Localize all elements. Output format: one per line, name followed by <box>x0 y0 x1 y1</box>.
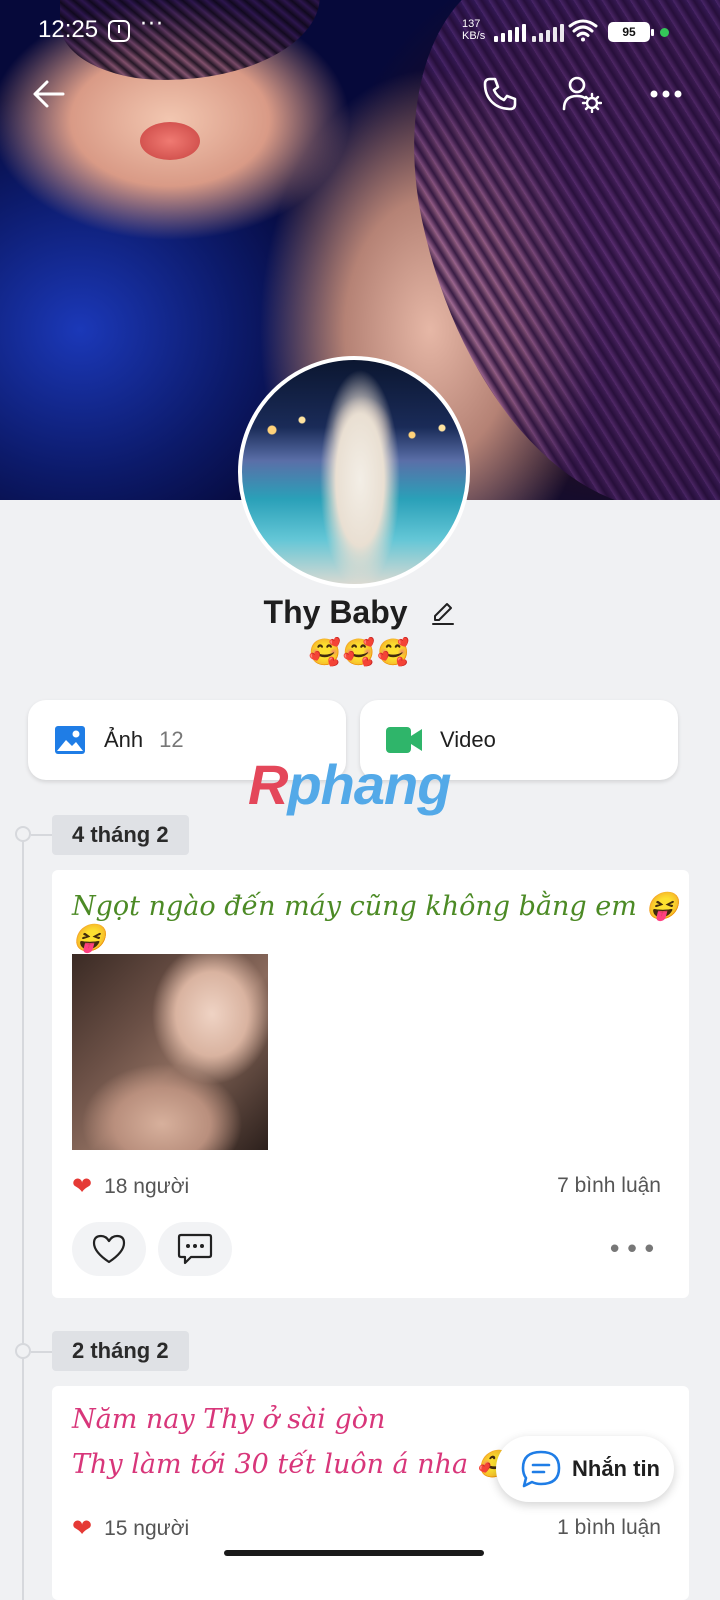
signal-2-icon <box>532 22 564 42</box>
video-camera-icon <box>386 727 422 753</box>
arrow-left-icon <box>33 80 65 108</box>
post-text: Ngọt ngào đến máy cũng không bằng em 😝😝 <box>72 891 680 954</box>
heart-reaction-icon: ❤ <box>72 1515 93 1542</box>
chat-bubble-icon <box>521 1450 561 1488</box>
send-message-label: Nhắn tin <box>572 1456 660 1481</box>
post-photo[interactable] <box>72 954 268 1150</box>
timeline-dot <box>15 1343 31 1359</box>
wifi-icon <box>568 19 598 42</box>
network-speed-unit: KB/s <box>462 30 486 42</box>
signal-icon <box>494 22 526 42</box>
post-date-chip: 4 tháng 2 <box>52 815 189 855</box>
comment-icon <box>177 1233 213 1265</box>
photo-icon <box>55 726 85 754</box>
post-likes[interactable]: ❤ 18 người <box>72 1172 189 1201</box>
video-label: Video <box>440 727 496 752</box>
status-bar: 12:25 ··· 137 KB/s 95 <box>0 0 720 62</box>
like-button[interactable] <box>72 1222 146 1276</box>
post-text-line-1: Năm nay Thy ở sài gòn <box>72 1404 386 1435</box>
edit-name-icon[interactable] <box>430 600 456 626</box>
back-button[interactable] <box>26 72 70 116</box>
network-speed-value: 137 <box>462 18 481 30</box>
profile-name-row: Thy Baby <box>0 592 720 631</box>
more-options-button[interactable] <box>644 72 688 116</box>
post-more-icon[interactable]: ••• <box>607 1237 659 1263</box>
comment-button[interactable] <box>158 1222 232 1276</box>
heart-outline-icon <box>92 1234 126 1264</box>
profile-settings-button[interactable] <box>560 72 604 116</box>
privacy-indicator-dot <box>660 28 669 37</box>
profile-name: Thy Baby <box>263 594 408 631</box>
network-speed: 137 KB/s <box>462 18 485 42</box>
comment-count[interactable]: 7 bình luận <box>557 1174 661 1198</box>
more-notifications-icon: ··· <box>140 12 164 37</box>
photos-count: 12 <box>159 727 184 752</box>
timeline-dot <box>15 826 31 842</box>
status-time: 12:25 <box>38 16 99 43</box>
profile-avatar[interactable] <box>238 356 470 588</box>
likes-count: 15 người <box>104 1516 190 1540</box>
phone-icon <box>483 77 517 111</box>
post-likes[interactable]: ❤ 15 người <box>72 1514 189 1543</box>
post-date-chip: 2 tháng 2 <box>52 1331 189 1371</box>
photos-label: Ảnh <box>104 727 144 752</box>
profile-status: 🥰🥰🥰 <box>308 638 412 668</box>
home-indicator[interactable] <box>224 1550 484 1556</box>
heart-reaction-icon: ❤ <box>72 1173 93 1200</box>
notification-app-icon <box>108 20 130 42</box>
watermark-logo: Rphang <box>248 753 451 816</box>
more-horizontal-icon <box>650 90 682 98</box>
timeline-line <box>22 830 24 1600</box>
user-settings-icon <box>562 76 602 113</box>
call-button[interactable] <box>478 72 522 116</box>
battery-icon: 95 <box>608 22 654 42</box>
send-message-button[interactable]: Nhắn tin <box>496 1436 674 1502</box>
likes-count: 18 người <box>104 1174 190 1198</box>
post-card[interactable]: Ngọt ngào đến máy cũng không bằng em 😝😝 … <box>52 870 689 1298</box>
post-text-line-2: Thy làm tới 30 tết luôn á nha 🥰 <box>72 1449 511 1480</box>
comment-count[interactable]: 1 bình luận <box>557 1516 661 1540</box>
